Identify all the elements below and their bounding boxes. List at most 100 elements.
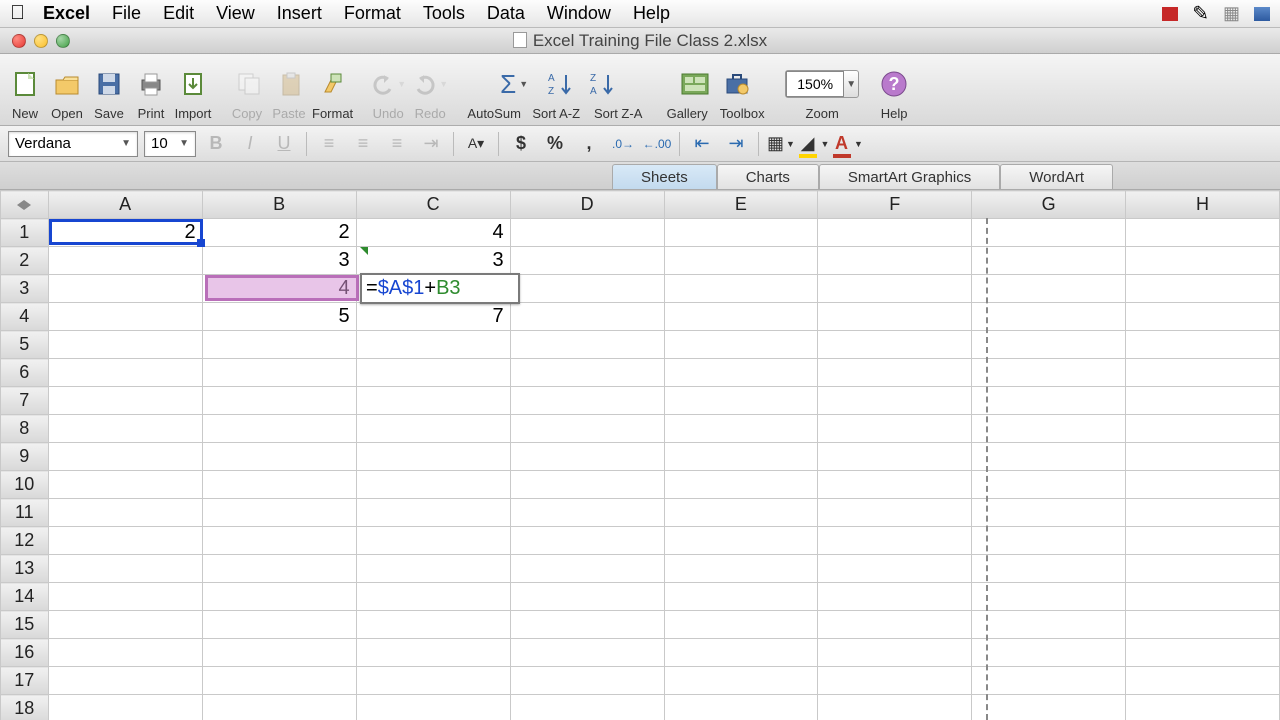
cell-B15[interactable] — [202, 611, 356, 639]
cell-G4[interactable] — [972, 303, 1126, 331]
cell-G10[interactable] — [972, 471, 1126, 499]
column-header-G[interactable]: G — [972, 191, 1126, 219]
font-combo[interactable]: Verdana▼ — [8, 131, 138, 157]
row-header-4[interactable]: 4 — [1, 303, 49, 331]
cell-H17[interactable] — [1126, 667, 1280, 695]
row-header-9[interactable]: 9 — [1, 443, 49, 471]
cell-E11[interactable] — [664, 499, 818, 527]
cell-C15[interactable] — [356, 611, 510, 639]
cell-E6[interactable] — [664, 359, 818, 387]
cell-E1[interactable] — [664, 219, 818, 247]
cell-F9[interactable] — [818, 443, 972, 471]
font-size-combo[interactable]: 10▼ — [144, 131, 196, 157]
cell-H16[interactable] — [1126, 639, 1280, 667]
cell-C18[interactable] — [356, 695, 510, 720]
menu-view[interactable]: View — [216, 3, 255, 24]
cell-E9[interactable] — [664, 443, 818, 471]
cell-H11[interactable] — [1126, 499, 1280, 527]
cell-C7[interactable] — [356, 387, 510, 415]
cell-B3[interactable]: 4 — [202, 275, 356, 303]
font-color-button[interactable]: A▼ — [835, 131, 863, 157]
cell-G18[interactable] — [972, 695, 1126, 720]
cell-A2[interactable] — [48, 247, 202, 275]
cell-F15[interactable] — [818, 611, 972, 639]
cell-F6[interactable] — [818, 359, 972, 387]
comma-button[interactable]: , — [575, 131, 603, 157]
column-header-E[interactable]: E — [664, 191, 818, 219]
tab-smartart[interactable]: SmartArt Graphics — [819, 164, 1000, 189]
font-grow-icon[interactable]: A▾ — [462, 131, 490, 157]
cell-C10[interactable] — [356, 471, 510, 499]
cell-D3[interactable] — [510, 275, 664, 303]
column-header-H[interactable]: H — [1126, 191, 1280, 219]
cell-C17[interactable] — [356, 667, 510, 695]
cell-B7[interactable] — [202, 387, 356, 415]
cell-F13[interactable] — [818, 555, 972, 583]
cell-B1[interactable]: 2 — [202, 219, 356, 247]
cell-F5[interactable] — [818, 331, 972, 359]
autosum-button[interactable]: Σ▼ — [491, 66, 537, 102]
cell-C8[interactable] — [356, 415, 510, 443]
cell-F7[interactable] — [818, 387, 972, 415]
column-header-B[interactable]: B — [202, 191, 356, 219]
borders-button[interactable]: ▦▼ — [767, 131, 795, 157]
cell-D6[interactable] — [510, 359, 664, 387]
cell-F17[interactable] — [818, 667, 972, 695]
menu-tools[interactable]: Tools — [423, 3, 465, 24]
tab-wordart[interactable]: WordArt — [1000, 164, 1113, 189]
cell-A4[interactable] — [48, 303, 202, 331]
menu-file[interactable]: File — [112, 3, 141, 24]
import-button[interactable] — [175, 66, 211, 102]
cell-H14[interactable] — [1126, 583, 1280, 611]
cell-A17[interactable] — [48, 667, 202, 695]
row-header-12[interactable]: 12 — [1, 527, 49, 555]
column-header-D[interactable]: D — [510, 191, 664, 219]
row-header-2[interactable]: 2 — [1, 247, 49, 275]
toolbox-button[interactable] — [719, 66, 755, 102]
row-header-18[interactable]: 18 — [1, 695, 49, 720]
decrease-decimal-button[interactable]: .0→ — [609, 131, 637, 157]
cell-C14[interactable] — [356, 583, 510, 611]
cell-B9[interactable] — [202, 443, 356, 471]
cell-A9[interactable] — [48, 443, 202, 471]
cell-D11[interactable] — [510, 499, 664, 527]
row-header-11[interactable]: 11 — [1, 499, 49, 527]
row-header-16[interactable]: 16 — [1, 639, 49, 667]
menu-format[interactable]: Format — [344, 3, 401, 24]
increase-indent-button[interactable]: ⇥ — [722, 131, 750, 157]
cell-H5[interactable] — [1126, 331, 1280, 359]
cell-H15[interactable] — [1126, 611, 1280, 639]
cell-D14[interactable] — [510, 583, 664, 611]
cell-G14[interactable] — [972, 583, 1126, 611]
cell-F12[interactable] — [818, 527, 972, 555]
cell-A12[interactable] — [48, 527, 202, 555]
cell-D13[interactable] — [510, 555, 664, 583]
cell-F11[interactable] — [818, 499, 972, 527]
cell-G16[interactable] — [972, 639, 1126, 667]
apple-icon[interactable]:  — [10, 2, 25, 25]
cell-E13[interactable] — [664, 555, 818, 583]
cell-G9[interactable] — [972, 443, 1126, 471]
cell-B13[interactable] — [202, 555, 356, 583]
row-header-13[interactable]: 13 — [1, 555, 49, 583]
cell-C6[interactable] — [356, 359, 510, 387]
open-button[interactable] — [49, 66, 85, 102]
cell-H12[interactable] — [1126, 527, 1280, 555]
cell-A5[interactable] — [48, 331, 202, 359]
column-header-F[interactable]: F — [818, 191, 972, 219]
cell-B2[interactable]: 3 — [202, 247, 356, 275]
row-header-17[interactable]: 17 — [1, 667, 49, 695]
cell-H18[interactable] — [1126, 695, 1280, 720]
cell-A18[interactable] — [48, 695, 202, 720]
cell-A15[interactable] — [48, 611, 202, 639]
app-menu[interactable]: Excel — [43, 3, 90, 24]
cell-B11[interactable] — [202, 499, 356, 527]
cell-G5[interactable] — [972, 331, 1126, 359]
cell-E5[interactable] — [664, 331, 818, 359]
worksheet-area[interactable]: ABCDEFGH12242333445756789101112131415161… — [0, 190, 1280, 720]
cell-G8[interactable] — [972, 415, 1126, 443]
cell-D16[interactable] — [510, 639, 664, 667]
cell-C12[interactable] — [356, 527, 510, 555]
row-header-8[interactable]: 8 — [1, 415, 49, 443]
cell-F10[interactable] — [818, 471, 972, 499]
